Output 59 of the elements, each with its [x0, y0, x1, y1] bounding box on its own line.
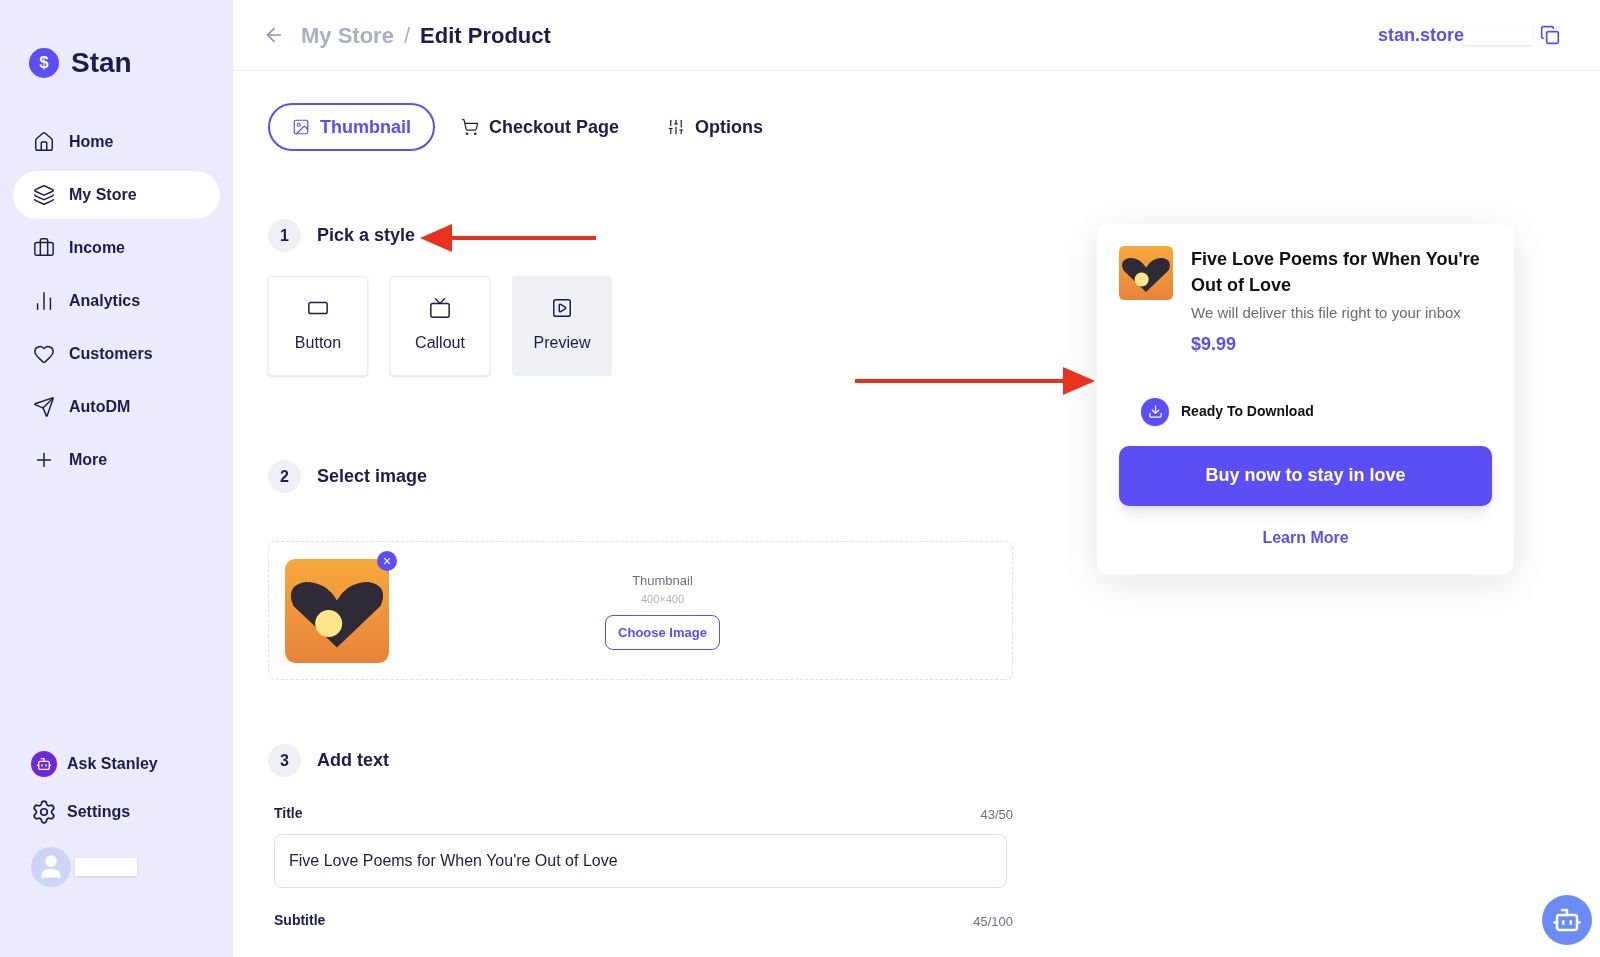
home-icon: [33, 131, 55, 153]
redaction-block: [1464, 25, 1532, 45]
image-size: 400×400: [640, 591, 685, 607]
nav-item[interactable]: My Store: [13, 171, 220, 219]
logo-icon: $: [29, 48, 59, 78]
choose-image-button[interactable]: Choose Image: [605, 615, 720, 650]
brand-name: Stan: [71, 46, 132, 80]
screen-icon: [429, 297, 451, 319]
paper-plane-icon: [33, 396, 55, 418]
chat-assistant-icon[interactable]: [1542, 895, 1592, 945]
play-icon: [551, 297, 573, 319]
robot-icon: [31, 751, 57, 777]
character-count: 45/100: [973, 912, 1013, 931]
settings-icon: [31, 799, 57, 825]
field-label: Subtitle: [274, 911, 326, 930]
redaction-block: [75, 858, 137, 876]
image-icon: [292, 118, 310, 136]
buy-button[interactable]: Buy now to stay in love: [1119, 445, 1492, 506]
briefcase-icon: [33, 237, 55, 259]
character-count: 43/50: [980, 805, 1013, 824]
nav-item[interactable]: Analytics: [13, 277, 220, 325]
remove-image-button[interactable]: ×: [377, 550, 397, 571]
tab[interactable]: Options: [645, 103, 786, 151]
nav-item[interactable]: Customers: [13, 330, 220, 378]
style-option[interactable]: Callout: [390, 276, 490, 376]
download-status: Ready To Download: [1181, 402, 1314, 421]
sliders-icon: [667, 118, 686, 136]
style-option[interactable]: Preview: [512, 276, 612, 376]
step-number: 1: [268, 219, 301, 252]
stack-icon: [33, 184, 55, 206]
tab[interactable]: Thumbnail: [268, 103, 435, 151]
step-number: 2: [268, 460, 301, 493]
step-title: Add text: [317, 749, 389, 772]
product-price: $9.99: [1191, 332, 1238, 356]
nav-item[interactable]: Home: [13, 118, 220, 166]
download-icon: [1141, 397, 1169, 426]
tab[interactable]: Checkout Page: [439, 103, 642, 151]
cart-icon: [461, 118, 479, 136]
breadcrumb-item: Edit Product: [420, 21, 551, 50]
nav-item[interactable]: More: [13, 436, 220, 484]
nav-item[interactable]: Income: [13, 224, 220, 272]
field-label: Title: [274, 804, 303, 823]
input-field[interactable]: Five Love Poems for When You're Out of Love: [274, 834, 1007, 888]
heart-icon: [33, 343, 55, 365]
breadcrumb-separator: /: [403, 21, 411, 50]
product-title: Five Love Poems for When You're Out of Love: [1191, 248, 1481, 297]
product-subtitle: We will deliver this file right to your inbox: [1191, 303, 1462, 323]
style-option[interactable]: Button: [268, 276, 368, 376]
image-label: Thumbnail: [632, 572, 693, 590]
nav-item[interactable]: Ask Stanley: [31, 751, 202, 777]
copy-icon[interactable]: [1540, 25, 1560, 45]
step-title: Pick a style: [317, 224, 416, 247]
store-link[interactable]: stan.store: [1377, 21, 1464, 49]
step-number: 3: [268, 744, 301, 777]
learn-more-link[interactable]: Learn More: [1262, 525, 1349, 550]
nav-item[interactable]: AutoDM: [13, 383, 220, 431]
nav-item[interactable]: Settings: [31, 799, 202, 825]
step-title: Select image: [317, 465, 428, 488]
photo-placeholder: [1119, 246, 1173, 300]
